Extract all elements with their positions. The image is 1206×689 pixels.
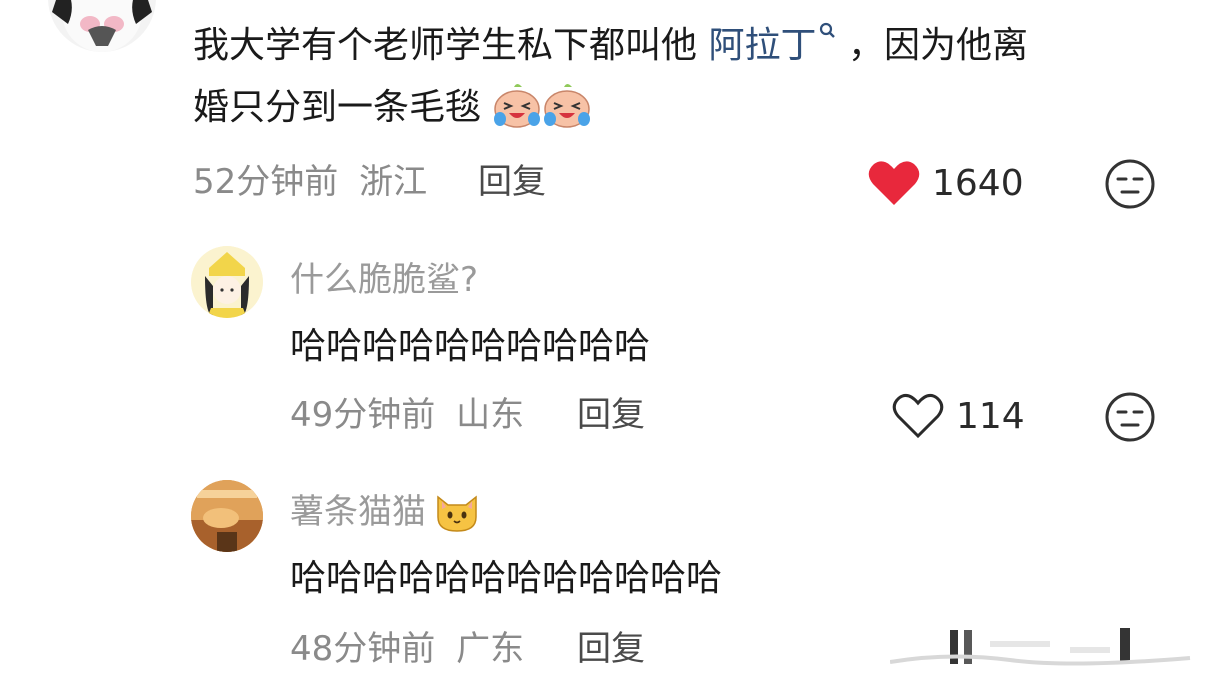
comment-text-part: ，因为他离 (847, 25, 1028, 66)
comment-text-part: 我大学有个老师学生私下都叫他 (193, 25, 698, 66)
reply-button[interactable]: 回复 (478, 160, 546, 204)
like-button[interactable]: 1640 (868, 158, 1024, 208)
reply-text: 哈哈哈哈哈哈哈哈哈哈哈哈 (290, 558, 723, 599)
comment-meta: 52分钟前 浙江 (193, 160, 427, 204)
reply-meta: 48分钟前 广东 (290, 627, 524, 671)
cat-emoji-icon (437, 495, 477, 532)
comment-time: 52分钟前 (193, 162, 339, 202)
reply-username[interactable]: 薯条猫猫 (290, 490, 480, 534)
weibo-watermark (889, 624, 1200, 674)
crying-emoji-icon (492, 83, 542, 149)
like-count: 1640 (932, 162, 1024, 204)
avatar-main-commenter[interactable] (48, 0, 156, 52)
avatar-reply-1[interactable] (191, 246, 263, 318)
crying-emoji-icon (542, 83, 592, 149)
dislike-button[interactable] (1104, 158, 1156, 214)
reply-location: 广东 (456, 629, 525, 669)
comment-text-line2: 婚只分到一条毛毯 (193, 87, 482, 128)
dislike-face-icon (1105, 159, 1155, 209)
comment-text: 我大学有个老师学生私下都叫他 阿拉丁 ，因为他离 婚只分到一条毛毯 (193, 15, 1173, 149)
reply-time: 49分钟前 (290, 395, 436, 435)
dislike-button[interactable] (1104, 391, 1156, 447)
avatar-reply-2[interactable] (191, 480, 263, 552)
reply-button[interactable]: 回复 (577, 393, 645, 437)
reply-username[interactable]: 什么脆脆鲨? (290, 258, 478, 302)
reply-button[interactable]: 回复 (577, 627, 645, 671)
reply-time: 48分钟前 (290, 629, 436, 669)
like-button[interactable]: 114 (892, 391, 1025, 441)
reply-username-label: 薯条猫猫 (290, 492, 426, 532)
heart-outline-icon (892, 393, 944, 439)
reply-meta: 49分钟前 山东 (290, 393, 524, 437)
reply-text: 哈哈哈哈哈哈哈哈哈哈 (290, 326, 651, 367)
search-icon (820, 22, 836, 38)
heart-icon (868, 161, 920, 205)
like-count: 114 (956, 395, 1025, 437)
comment-location: 浙江 (359, 162, 428, 202)
topic-link-label: 阿拉丁 (708, 25, 817, 66)
topic-link[interactable]: 阿拉丁 (708, 22, 847, 66)
dislike-face-icon (1105, 392, 1155, 442)
reply-location: 山东 (456, 395, 525, 435)
